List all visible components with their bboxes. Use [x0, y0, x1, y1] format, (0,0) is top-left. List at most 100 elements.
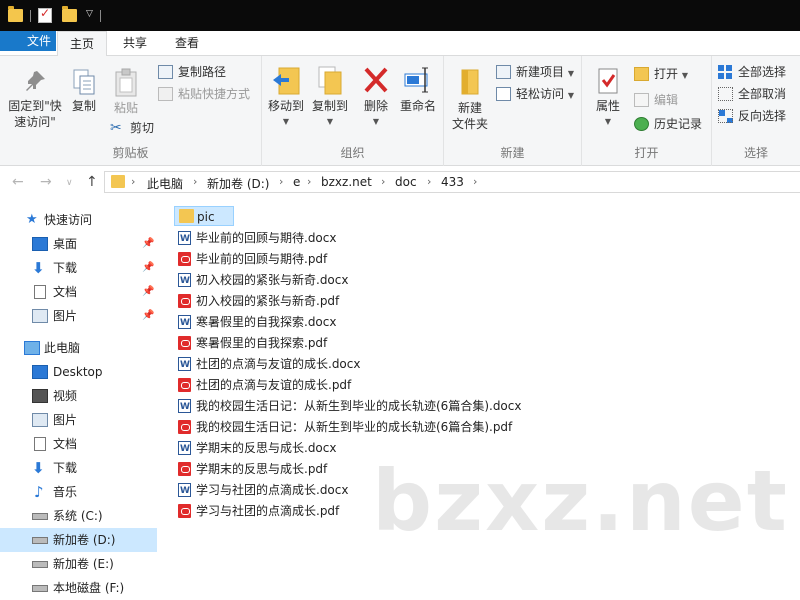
open-group-label: 打开	[634, 146, 659, 160]
sidebar-item-label: 快速访问	[44, 213, 93, 227]
sidebar-item-label: 文档	[53, 437, 78, 451]
easy-access-button[interactable]: 轻松访问 ▼	[496, 84, 574, 104]
tab-view[interactable]: 查看	[162, 31, 212, 56]
pdf-icon	[178, 336, 191, 350]
breadcrumb-this-pc[interactable]: 此电脑	[147, 175, 183, 192]
new-item-button[interactable]: 新建项目 ▼	[496, 62, 574, 82]
sidebar-item-downloads-pinned[interactable]: ⬇ 下载 📌	[0, 256, 157, 280]
download-icon: ⬇	[32, 259, 45, 277]
breadcrumb-separator: ›	[131, 175, 136, 188]
new-folder-label-line1: 新建	[457, 101, 482, 115]
select-none-button[interactable]: 全部取消	[718, 84, 786, 104]
delete-button[interactable]: 删除 ▼	[358, 64, 394, 130]
sidebar-item-pictures[interactable]: 图片	[0, 408, 157, 432]
edit-button[interactable]: 编辑	[634, 90, 678, 110]
rename-label: 重命名	[399, 99, 436, 113]
easy-access-icon	[496, 87, 511, 101]
pin-to-quick-access-button[interactable]: 固定到"快 速访问"	[4, 68, 66, 130]
list-item[interactable]: 毕业前的回顾与期待.pdf	[174, 249, 327, 269]
breadcrumb-433[interactable]: 433	[441, 175, 464, 189]
select-all-button[interactable]: 全部选择	[718, 62, 786, 82]
properties-icon[interactable]	[38, 6, 52, 23]
paste-button[interactable]: 粘贴	[106, 68, 146, 116]
customize-arrow-icon[interactable]: ▽	[86, 9, 93, 25]
list-item[interactable]: 学期末的反思与成长.docx	[174, 438, 336, 459]
sidebar-item-drive-c[interactable]: 系统 (C:)	[0, 504, 157, 528]
new-folder-button[interactable]: 新建 文件夹	[450, 66, 490, 132]
copy-to-button[interactable]: 复制到 ▼	[308, 64, 352, 130]
file-name: 学习与社团的点滴成长.pdf	[196, 504, 340, 518]
rename-icon	[404, 67, 428, 93]
edit-icon	[634, 93, 649, 107]
tab-file[interactable]: 文件	[0, 31, 56, 51]
open-button[interactable]: 打开 ▼	[634, 64, 688, 84]
sidebar-item-label: 图片	[53, 309, 78, 323]
rename-button[interactable]: 重命名	[396, 64, 440, 114]
chevron-down-icon: ▼	[567, 69, 574, 78]
videos-icon	[32, 389, 48, 403]
breadcrumb-drive-d[interactable]: 新加卷 (D:)	[207, 175, 269, 192]
paste-shortcut-button[interactable]: 粘贴快捷方式	[158, 84, 250, 104]
sidebar-item-drive-f[interactable]: 本地磁盘 (F:)	[0, 576, 157, 600]
sidebar-item-downloads[interactable]: ⬇ 下载	[0, 456, 157, 480]
new-group-label: 新建	[500, 146, 525, 160]
watermark: bzxz.net	[372, 452, 789, 550]
address-bar[interactable]: › 此电脑 › 新加卷 (D:) › e › bzxz.net › doc › …	[104, 171, 800, 193]
list-item[interactable]: 学期末的反思与成长.pdf	[174, 459, 327, 479]
sidebar-item-documents-pinned[interactable]: 文档 📌	[0, 280, 157, 304]
properties-button[interactable]: 属性 ▼	[588, 66, 628, 130]
invert-selection-button[interactable]: 反向选择	[718, 106, 786, 126]
list-item[interactable]: 初入校园的紧张与新奇.docx	[174, 270, 348, 291]
list-item[interactable]: 毕业前的回顾与期待.docx	[174, 228, 336, 249]
list-item[interactable]: 我的校园生活日记：从新生到毕业的成长轨迹(6篇合集).docx	[174, 396, 521, 417]
pin-icon: 📌	[142, 262, 155, 273]
list-item[interactable]: 寒暑假里的自我探索.pdf	[174, 333, 327, 353]
file-name: 社团的点滴与友谊的成长.pdf	[196, 378, 352, 392]
sidebar-item-music[interactable]: ♪ 音乐	[0, 480, 157, 504]
pdf-icon	[178, 252, 191, 266]
move-to-button[interactable]: 移动到 ▼	[264, 64, 308, 130]
breadcrumb-doc[interactable]: doc	[395, 175, 417, 189]
new-item-icon	[496, 65, 511, 79]
list-item[interactable]: 寒暑假里的自我探索.docx	[174, 312, 336, 333]
copy-icon	[73, 69, 95, 95]
word-document-icon	[178, 229, 191, 249]
list-item[interactable]: 学习与社团的点滴成长.docx	[174, 480, 348, 501]
pin-icon	[26, 71, 45, 91]
list-item[interactable]: pic	[174, 206, 234, 226]
copy-path-button[interactable]: 复制路径	[158, 62, 226, 82]
sidebar-item-documents[interactable]: 文档	[0, 432, 157, 456]
list-item[interactable]: 学习与社团的点滴成长.pdf	[174, 501, 339, 521]
sidebar-item-desktop[interactable]: Desktop	[0, 360, 157, 384]
recent-locations-chevron-icon[interactable]: ∨	[66, 178, 73, 188]
folder-icon[interactable]	[8, 6, 23, 22]
sidebar-item-pictures-pinned[interactable]: 图片 📌	[0, 304, 157, 328]
copy-button[interactable]: 复制	[64, 68, 104, 114]
breadcrumb-separator: ›	[279, 175, 284, 188]
sidebar-item-drive-e[interactable]: 新加卷 (E:)	[0, 552, 157, 576]
sidebar-item-this-pc[interactable]: 此电脑	[0, 336, 157, 360]
list-item[interactable]: 初入校园的紧张与新奇.pdf	[174, 291, 339, 311]
breadcrumb-bzxz[interactable]: bzxz.net	[321, 175, 372, 189]
tab-home[interactable]: 主页	[57, 31, 107, 57]
sidebar-item-desktop-pinned[interactable]: 桌面 📌	[0, 232, 157, 256]
tab-share[interactable]: 共享	[110, 31, 160, 56]
up-arrow-icon[interactable]: ↑	[86, 174, 98, 190]
sidebar-item-videos[interactable]: 视频	[0, 384, 157, 408]
file-name: pic	[197, 210, 215, 224]
sidebar-item-quick-access[interactable]: ★ 快速访问	[0, 208, 157, 232]
list-item[interactable]: 我的校园生活日记：从新生到毕业的成长轨迹(6篇合集).pdf	[174, 417, 512, 437]
new-folder-icon[interactable]	[62, 6, 77, 22]
ribbon-tabs: 文件 主页 共享 查看	[0, 31, 800, 57]
move-to-label: 移动到	[267, 99, 304, 113]
sidebar-item-drive-d[interactable]: 新加卷 (D:)	[0, 528, 157, 552]
cut-button[interactable]: ✂ 剪切	[110, 118, 154, 138]
list-item[interactable]: 社团的点滴与友谊的成长.pdf	[174, 375, 351, 395]
back-arrow-icon[interactable]: ←	[12, 174, 24, 190]
copy-to-label: 复制到	[311, 99, 348, 113]
breadcrumb-e[interactable]: e	[293, 175, 300, 189]
history-button[interactable]: 历史记录	[634, 114, 702, 134]
list-item[interactable]: 社团的点滴与友谊的成长.docx	[174, 354, 360, 375]
delete-icon	[364, 67, 388, 93]
forward-arrow-icon[interactable]: →	[40, 174, 52, 190]
